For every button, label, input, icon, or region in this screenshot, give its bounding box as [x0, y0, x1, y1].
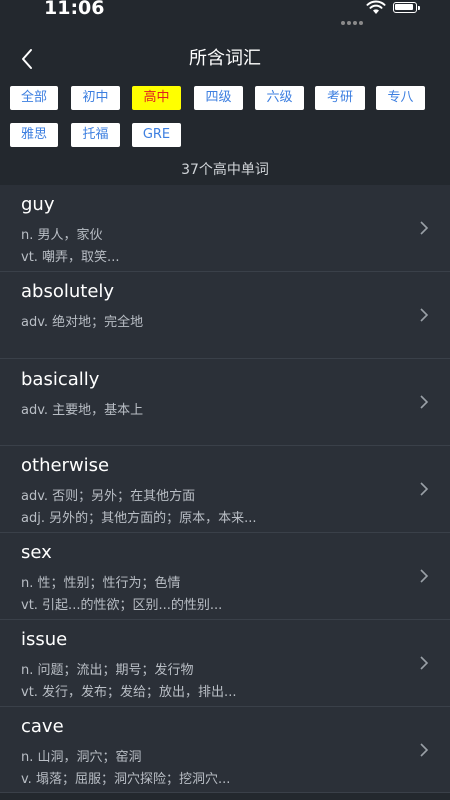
definition-line: v. 塌落；屈服；洞穴探险；挖洞穴... [21, 772, 231, 787]
word-item[interactable]: otherwise adv. 否则；另外；在其他方面 adj. 另外的；其他方面… [0, 446, 450, 533]
definition-line: vt. 引起...的性欲；区别...的性别... [21, 598, 223, 613]
word-count: 37个高中单词 [181, 162, 269, 178]
chevron-right-icon [420, 743, 429, 757]
chevron-right-icon [420, 656, 429, 670]
signal-icon [341, 10, 365, 29]
chevron-right-icon [420, 395, 429, 409]
chevron-right-icon [420, 569, 429, 583]
word-item[interactable]: issue n. 问题；流出；期号；发行物 vt. 发行，发布；发给；放出，排出… [0, 620, 450, 707]
word-text: guy [21, 194, 55, 215]
definition-line: adv. 否则；另外；在其他方面 [21, 489, 196, 504]
word-item[interactable]: sex n. 性；性别；性行为；色情 vt. 引起...的性欲；区别...的性别… [0, 533, 450, 620]
word-item[interactable]: absolutely adv. 绝对地；完全地 [0, 272, 450, 359]
word-item[interactable]: guy n. 男人，家伙 vt. 嘲弄，取笑... [0, 185, 450, 272]
definition-line: vt. 发行，发布；发给；放出，排出... [21, 685, 237, 700]
definition-line: n. 性；性别；性行为；色情 [21, 576, 181, 591]
word-item[interactable]: basically adv. 主要地，基本上 [0, 359, 450, 446]
word-list: guy n. 男人，家伙 vt. 嘲弄，取笑... absolutely adv… [0, 185, 450, 793]
status-time: 11:06 [44, 0, 105, 19]
status-bar: 11:06 [0, 0, 450, 25]
page-title: 所含词汇 [189, 48, 261, 69]
filter-chip-all[interactable]: 全部 [10, 86, 58, 110]
wifi-icon [366, 0, 386, 14]
definition-line: vt. 嘲弄，取笑... [21, 250, 120, 265]
filter-chip-gre[interactable]: GRE [132, 123, 181, 147]
definition-line: adv. 绝对地；完全地 [21, 315, 144, 330]
filter-chip-ielts[interactable]: 雅思 [10, 123, 58, 147]
filter-chip-cet4[interactable]: 四级 [194, 86, 243, 110]
filter-chip-cet6[interactable]: 六级 [255, 86, 304, 110]
word-text: basically [21, 369, 100, 390]
filter-chip-senior[interactable]: 高中 [132, 86, 181, 110]
chevron-right-icon [420, 221, 429, 235]
chevron-right-icon [420, 308, 429, 322]
definition-line: n. 男人，家伙 [21, 228, 103, 243]
filter-chip-kaoyan[interactable]: 考研 [315, 86, 365, 110]
word-text: issue [21, 629, 68, 650]
word-text: absolutely [21, 281, 115, 302]
definition-line: adj. 另外的；其他方面的；原本，本来... [21, 511, 257, 526]
nav-bar: 所含词汇 [0, 36, 450, 78]
word-text: cave [21, 716, 64, 737]
definition-line: n. 问题；流出；期号；发行物 [21, 663, 194, 678]
word-item[interactable]: cave n. 山洞，洞穴；窑洞 v. 塌落；屈服；洞穴探险；挖洞穴... [0, 707, 450, 793]
filter-chip-tem8[interactable]: 专八 [376, 86, 425, 110]
chevron-right-icon [420, 482, 429, 496]
word-text: otherwise [21, 455, 110, 476]
word-text: sex [21, 542, 52, 563]
filter-chip-toefl[interactable]: 托福 [71, 123, 120, 147]
definition-line: n. 山洞，洞穴；窑洞 [21, 750, 142, 765]
filter-chip-junior[interactable]: 初中 [71, 86, 120, 110]
battery-icon [393, 2, 420, 13]
definition-line: adv. 主要地，基本上 [21, 403, 144, 418]
